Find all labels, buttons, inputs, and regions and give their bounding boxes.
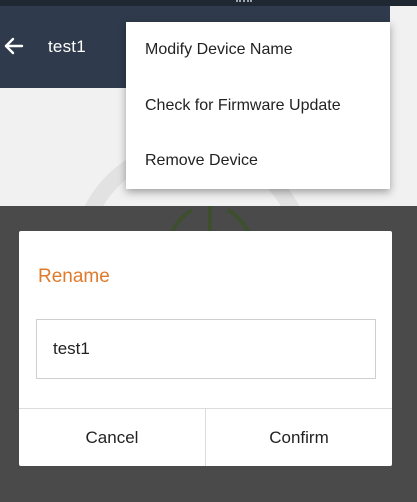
rename-dialog: Rename Cancel Confirm <box>19 231 392 466</box>
arrow-left-icon <box>4 37 24 55</box>
device-screen-background: test1 Modify Device Name Check for Firmw… <box>0 0 417 210</box>
dialog-title: Rename <box>38 266 110 287</box>
menu-item-remove-device[interactable]: Remove Device <box>126 133 390 189</box>
screen: test1 Modify Device Name Check for Firmw… <box>0 0 417 502</box>
back-button[interactable] <box>2 32 26 60</box>
device-title: test1 <box>48 37 86 56</box>
confirm-button[interactable]: Confirm <box>206 409 392 466</box>
cancel-button[interactable]: Cancel <box>19 409 205 466</box>
menu-item-check-firmware-update[interactable]: Check for Firmware Update <box>126 78 390 134</box>
menu-item-modify-device-name[interactable]: Modify Device Name <box>126 22 390 78</box>
status-dots <box>236 0 252 5</box>
device-name-input[interactable] <box>36 319 376 379</box>
overflow-menu: Modify Device Name Check for Firmware Up… <box>126 22 390 189</box>
